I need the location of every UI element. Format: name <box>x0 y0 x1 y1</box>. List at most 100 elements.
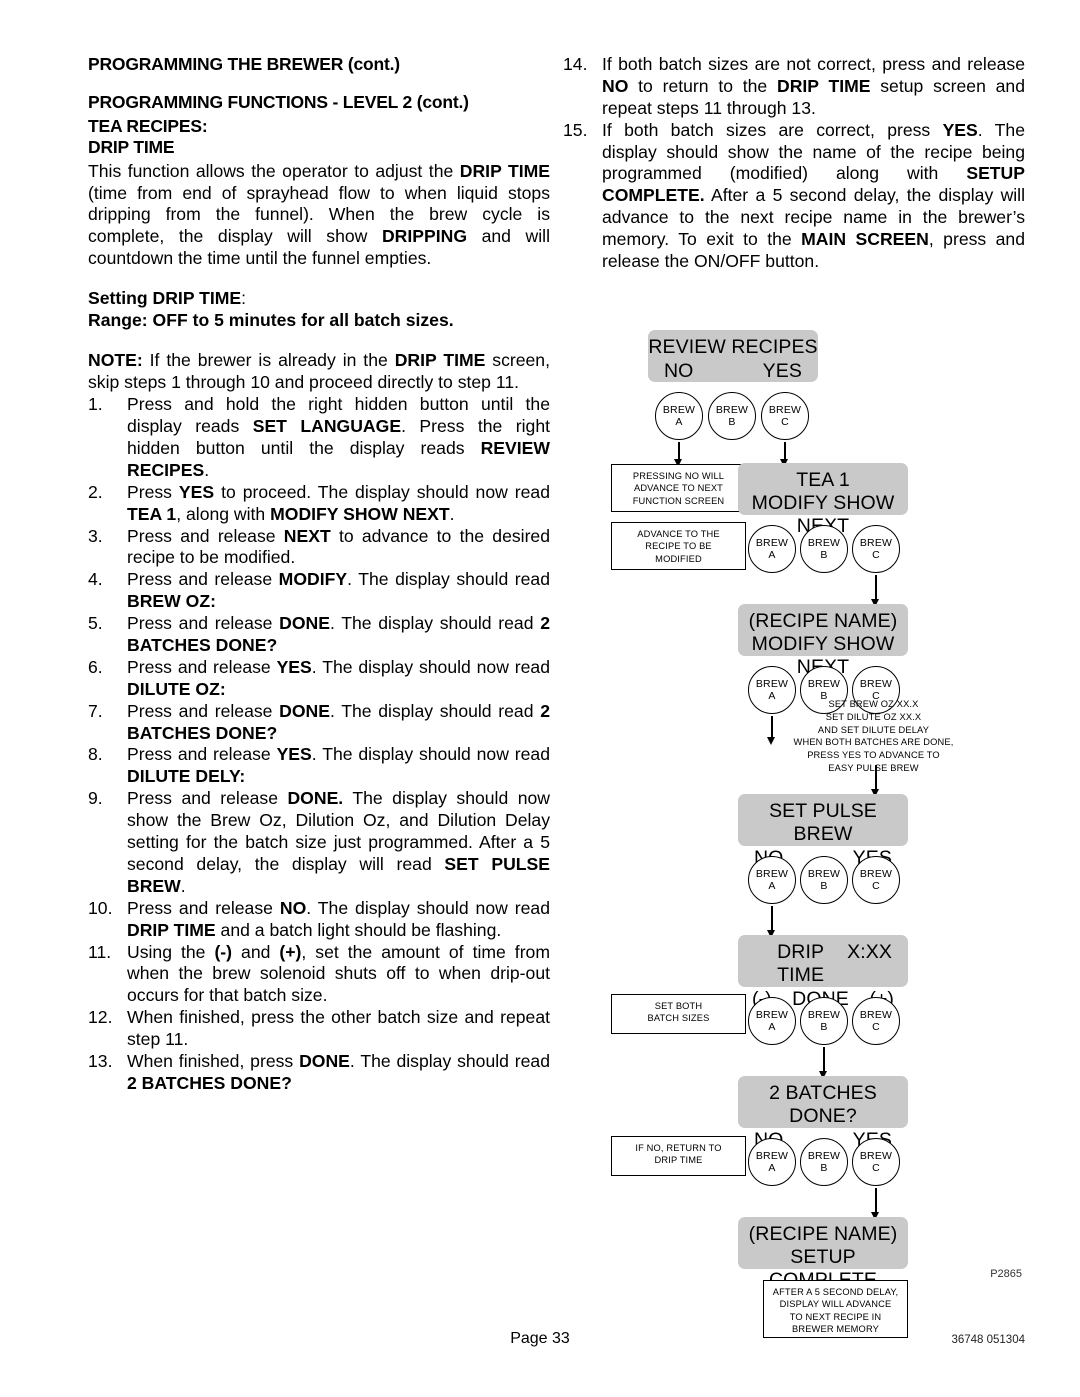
brew-button-b[interactable]: BREW B <box>800 997 848 1045</box>
step-bold-text: DILUTE OZ: <box>127 678 226 699</box>
step-text: Press <box>127 481 179 502</box>
step-text: Press and release <box>127 700 280 721</box>
step-number: 12. <box>88 1007 113 1028</box>
step-number: 9. <box>88 788 103 809</box>
step-text: to return to the <box>628 75 777 96</box>
brew-button-a[interactable]: BREW A <box>748 997 796 1045</box>
brew-button-b[interactable]: BREW B <box>800 1138 848 1186</box>
step-bold-text: NEXT <box>283 525 331 546</box>
brew-button-b[interactable]: BREW B <box>800 856 848 904</box>
note-prefix: NOTE: <box>88 350 143 371</box>
brew-label-top: BREW <box>807 868 841 880</box>
step-bold-text: YES <box>276 656 312 677</box>
step-bold-text: YES <box>942 119 978 140</box>
function-title: DRIP TIME <box>88 137 175 158</box>
setting-range: Range: OFF to 5 minutes for all batch si… <box>88 310 454 331</box>
desc-bold-2: DRIPPING <box>381 226 468 247</box>
brew-label-top: BREW <box>755 678 789 690</box>
brew-button-c[interactable]: BREW C <box>852 525 900 573</box>
display-line-1: SET PULSE BREW <box>769 800 877 845</box>
right-column: 14. If both batch sizes are not correct, … <box>563 54 1025 273</box>
arrow-to-setup-note <box>767 716 775 745</box>
brew-label-bottom: B <box>820 1162 828 1175</box>
brew-label-top: BREW <box>859 678 893 690</box>
note-bold-1: DRIP TIME <box>394 350 486 371</box>
brew-label-top: BREW <box>859 1150 893 1162</box>
step-item: 8. Press and release YES. The display sho… <box>88 744 550 788</box>
step-bold-text: DONE <box>299 1050 350 1071</box>
brew-button-a[interactable]: BREW A <box>748 1138 796 1186</box>
step-item: 11. Using the (-) and (+), set the amount… <box>88 942 550 1008</box>
display-setup-complete: (RECIPE NAME) SETUP COMPLETE <box>738 1217 908 1291</box>
note-text-1: If the brewer is already in the <box>142 350 395 371</box>
step-bold-text: (-) <box>214 941 233 962</box>
section-title: PROGRAMMING FUNCTIONS - LEVEL 2 (cont.) <box>88 92 469 112</box>
brew-label-top: BREW <box>755 537 789 549</box>
step-bold-text: SET LANGUAGE <box>252 416 402 437</box>
step-text: When finished, press the other batch siz… <box>127 1007 550 1050</box>
brew-button-c[interactable]: BREW C <box>852 997 900 1045</box>
step-text: and <box>232 941 280 962</box>
step-item: 6. Press and release YES. The display sho… <box>88 657 550 701</box>
note-line: PRESSING NO WILL <box>632 471 725 481</box>
step-number: 5. <box>88 613 103 634</box>
brew-button-b[interactable]: BREW B <box>708 392 756 440</box>
brew-label-bottom: A <box>768 1162 776 1175</box>
display-line-1: DRIP TIME <box>777 941 825 986</box>
step-number: 14. <box>563 54 588 74</box>
note-block: NOTE: If the brewer is already in the DR… <box>88 350 550 394</box>
note-if-no-return: IF NO, RETURN TO DRIP TIME <box>611 1136 746 1176</box>
step-item: 9. Press and release DONE. The display sh… <box>88 788 550 897</box>
step-item: 2. Press YES to proceed. The display shou… <box>88 482 550 526</box>
brew-label-bottom: C <box>872 1021 880 1034</box>
arrow-to-setup-complete <box>871 1188 879 1220</box>
step-bold-text: YES <box>276 744 312 765</box>
note-line: MODIFIED <box>655 553 702 564</box>
brew-button-c[interactable]: BREW C <box>761 392 809 440</box>
note-line: AND SET DILUTE DELAY <box>817 724 930 735</box>
step-text: . The display should now read <box>311 656 550 677</box>
display-review-recipes: REVIEW RECIPES NO YES <box>648 330 818 382</box>
step-bold-text: MODIFY SHOW NEXT <box>270 503 450 524</box>
step-text: and a batch light should be flashing. <box>215 919 502 940</box>
step-bold-text: DILUTE DELY: <box>127 766 246 787</box>
brew-label-top: BREW <box>859 868 893 880</box>
note-advance-recipe: ADVANCE TO THE RECIPE TO BE MODIFIED <box>611 522 746 570</box>
brew-label-top: BREW <box>662 404 696 416</box>
arrow-to-drip-time <box>767 906 775 938</box>
note-line: FUNCTION SCREEN <box>632 495 725 506</box>
step-bold-text: DONE. <box>287 788 344 809</box>
step-text: Press and release <box>127 569 279 590</box>
step-text: . The display should read <box>329 700 541 721</box>
note-line: DRIP TIME <box>654 1155 703 1166</box>
page-title: PROGRAMMING THE BREWER (cont.) <box>88 54 400 74</box>
step-text: . The display should read <box>349 1050 550 1071</box>
step-bold-text: MAIN SCREEN <box>801 229 929 250</box>
step-item: 4. Press and release MODIFY. The display … <box>88 569 550 613</box>
display-recipe-name: (RECIPE NAME) MODIFY SHOW NEXT <box>738 604 908 678</box>
brew-label-top: BREW <box>755 1009 789 1021</box>
display-value: X:XX <box>847 941 892 963</box>
step-number: 7. <box>88 700 103 721</box>
note-line: DISPLAY WILL ADVANCE <box>779 1299 892 1310</box>
brew-button-a[interactable]: BREW A <box>655 392 703 440</box>
brew-label-bottom: B <box>820 880 828 893</box>
brew-label-bottom: C <box>872 549 880 562</box>
brew-button-b[interactable]: BREW B <box>800 525 848 573</box>
brew-button-c[interactable]: BREW C <box>852 1138 900 1186</box>
brew-button-a[interactable]: BREW A <box>748 856 796 904</box>
brew-button-a[interactable]: BREW A <box>748 525 796 573</box>
note-set-both-batch-sizes: SET BOTH BATCH SIZES <box>611 994 746 1034</box>
brew-button-c[interactable]: BREW C <box>852 856 900 904</box>
step-text: . The display should read <box>329 613 541 634</box>
step-number: 2. <box>88 481 103 502</box>
step-number: 8. <box>88 744 103 765</box>
step-bold-text: 2 BATCHES DONE? <box>127 1072 292 1093</box>
step-text: . The display should now read <box>306 897 550 918</box>
display-line-1: REVIEW RECIPES <box>648 336 818 358</box>
display-line-1: (RECIPE NAME) <box>748 610 898 632</box>
step-bold-text: MODIFY <box>278 569 348 590</box>
brew-label-top: BREW <box>755 1150 789 1162</box>
step-bold-text: YES <box>178 481 215 502</box>
step-text: Press and release <box>127 897 280 918</box>
